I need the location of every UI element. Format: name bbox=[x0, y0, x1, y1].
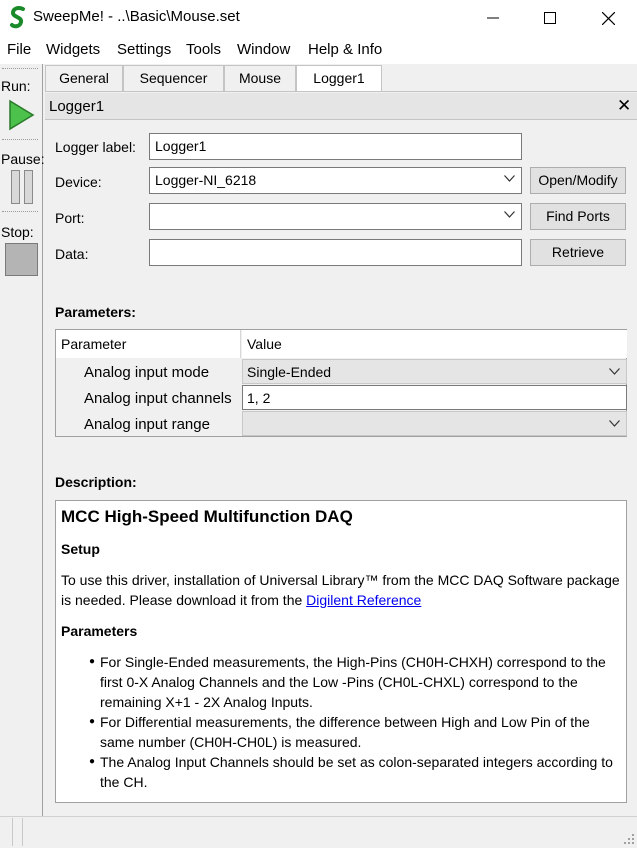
setup-text: To use this driver, installation of Univ… bbox=[61, 570, 621, 610]
description-title: Description: bbox=[55, 474, 137, 490]
chevron-down-icon bbox=[609, 368, 620, 375]
list-item: For Differential measurements, the diffe… bbox=[89, 712, 621, 752]
menu-file[interactable]: File bbox=[7, 41, 31, 58]
data-label: Data: bbox=[55, 246, 89, 262]
menu-settings[interactable]: Settings bbox=[117, 41, 171, 58]
list-item: For Single-Ended measurements, the High-… bbox=[89, 652, 621, 712]
pause-bar-icon bbox=[11, 170, 20, 204]
setup-heading: Setup bbox=[61, 541, 100, 557]
tab-sequencer[interactable]: Sequencer bbox=[123, 65, 224, 91]
dock-title: Logger1 bbox=[49, 98, 105, 115]
param-name-analog-input-channels: Analog input channels bbox=[84, 390, 232, 407]
param-value-text: Single-Ended bbox=[247, 364, 332, 380]
close-icon bbox=[601, 11, 615, 25]
param-value-analog-input-range-combobox[interactable] bbox=[242, 411, 627, 436]
tab-general[interactable]: General bbox=[45, 65, 123, 91]
param-name-analog-input-range: Analog input range bbox=[84, 416, 210, 433]
menu-tools[interactable]: Tools bbox=[186, 41, 221, 58]
param-name-analog-input-mode: Analog input mode bbox=[84, 364, 210, 381]
device-label: Device: bbox=[55, 174, 102, 190]
maximize-icon bbox=[544, 12, 556, 24]
menu-window[interactable]: Window bbox=[237, 41, 290, 58]
play-icon bbox=[9, 99, 35, 131]
list-item: The Analog Input Channels should be set … bbox=[89, 752, 621, 792]
column-header-value: Value bbox=[242, 330, 627, 358]
device-value: Logger-NI_6218 bbox=[155, 172, 257, 188]
description-panel: MCC High-Speed Multifunction DAQ Setup T… bbox=[55, 500, 627, 803]
device-combobox[interactable]: Logger-NI_6218 bbox=[149, 167, 522, 194]
menu-help-info[interactable]: Help & Info bbox=[308, 41, 382, 58]
status-separator bbox=[12, 818, 13, 846]
logger-label-value: Logger1 bbox=[155, 138, 207, 154]
digilent-reference-link[interactable]: Digilent Reference bbox=[306, 592, 421, 608]
logger-label-label: Logger label: bbox=[55, 139, 136, 155]
stop-button[interactable] bbox=[5, 243, 38, 276]
run-button[interactable] bbox=[6, 99, 36, 131]
resize-grip-icon[interactable] bbox=[622, 832, 635, 845]
find-ports-button[interactable]: Find Ports bbox=[530, 203, 626, 230]
parameters-bullet-list: For Single-Ended measurements, the High-… bbox=[61, 652, 621, 792]
parameters-table: Parameter Value Analog input mode Single… bbox=[55, 329, 627, 437]
dock-close-icon[interactable]: ✕ bbox=[617, 96, 631, 116]
pause-bar-icon bbox=[24, 170, 33, 204]
stop-label: Stop: bbox=[1, 224, 34, 240]
maximize-button[interactable] bbox=[527, 0, 573, 36]
menu-bar: File Widgets Settings Tools Window Help … bbox=[0, 36, 637, 64]
parameters-title: Parameters: bbox=[55, 304, 136, 320]
minimize-icon bbox=[487, 17, 499, 19]
description-heading: MCC High-Speed Multifunction DAQ bbox=[61, 507, 353, 526]
pause-button[interactable] bbox=[11, 170, 33, 204]
pause-label: Pause: bbox=[1, 151, 45, 167]
menu-widgets[interactable]: Widgets bbox=[46, 41, 100, 58]
param-value-analog-input-channels-input[interactable]: 1, 2 bbox=[242, 385, 627, 410]
parameters-heading: Parameters bbox=[61, 623, 138, 639]
port-label: Port: bbox=[55, 210, 85, 226]
logger-label-input[interactable]: Logger1 bbox=[149, 133, 522, 160]
status-separator bbox=[22, 818, 23, 846]
param-value-text: 1, 2 bbox=[247, 390, 271, 406]
chevron-down-icon bbox=[609, 420, 620, 427]
retrieve-button[interactable]: Retrieve bbox=[530, 239, 626, 266]
window-title: SweepMe! - ..\Basic\Mouse.set bbox=[33, 8, 240, 25]
data-input[interactable] bbox=[149, 239, 522, 266]
param-value-analog-input-mode-combobox[interactable]: Single-Ended bbox=[242, 359, 627, 384]
open-modify-button[interactable]: Open/Modify bbox=[530, 167, 626, 194]
tab-logger1[interactable]: Logger1 bbox=[296, 65, 382, 92]
tab-mouse[interactable]: Mouse bbox=[224, 65, 296, 91]
separator bbox=[2, 211, 38, 212]
port-combobox[interactable] bbox=[149, 203, 522, 230]
dock-title-bar bbox=[45, 93, 637, 120]
chevron-down-icon bbox=[504, 175, 515, 182]
close-window-button[interactable] bbox=[585, 0, 631, 36]
sweepme-logo-icon bbox=[10, 6, 25, 29]
separator bbox=[2, 68, 38, 69]
run-label: Run: bbox=[1, 78, 31, 94]
column-header-parameter: Parameter bbox=[56, 330, 241, 358]
minimize-button[interactable] bbox=[470, 0, 516, 36]
chevron-down-icon bbox=[504, 211, 515, 218]
separator bbox=[2, 139, 38, 140]
status-bar bbox=[0, 816, 637, 848]
